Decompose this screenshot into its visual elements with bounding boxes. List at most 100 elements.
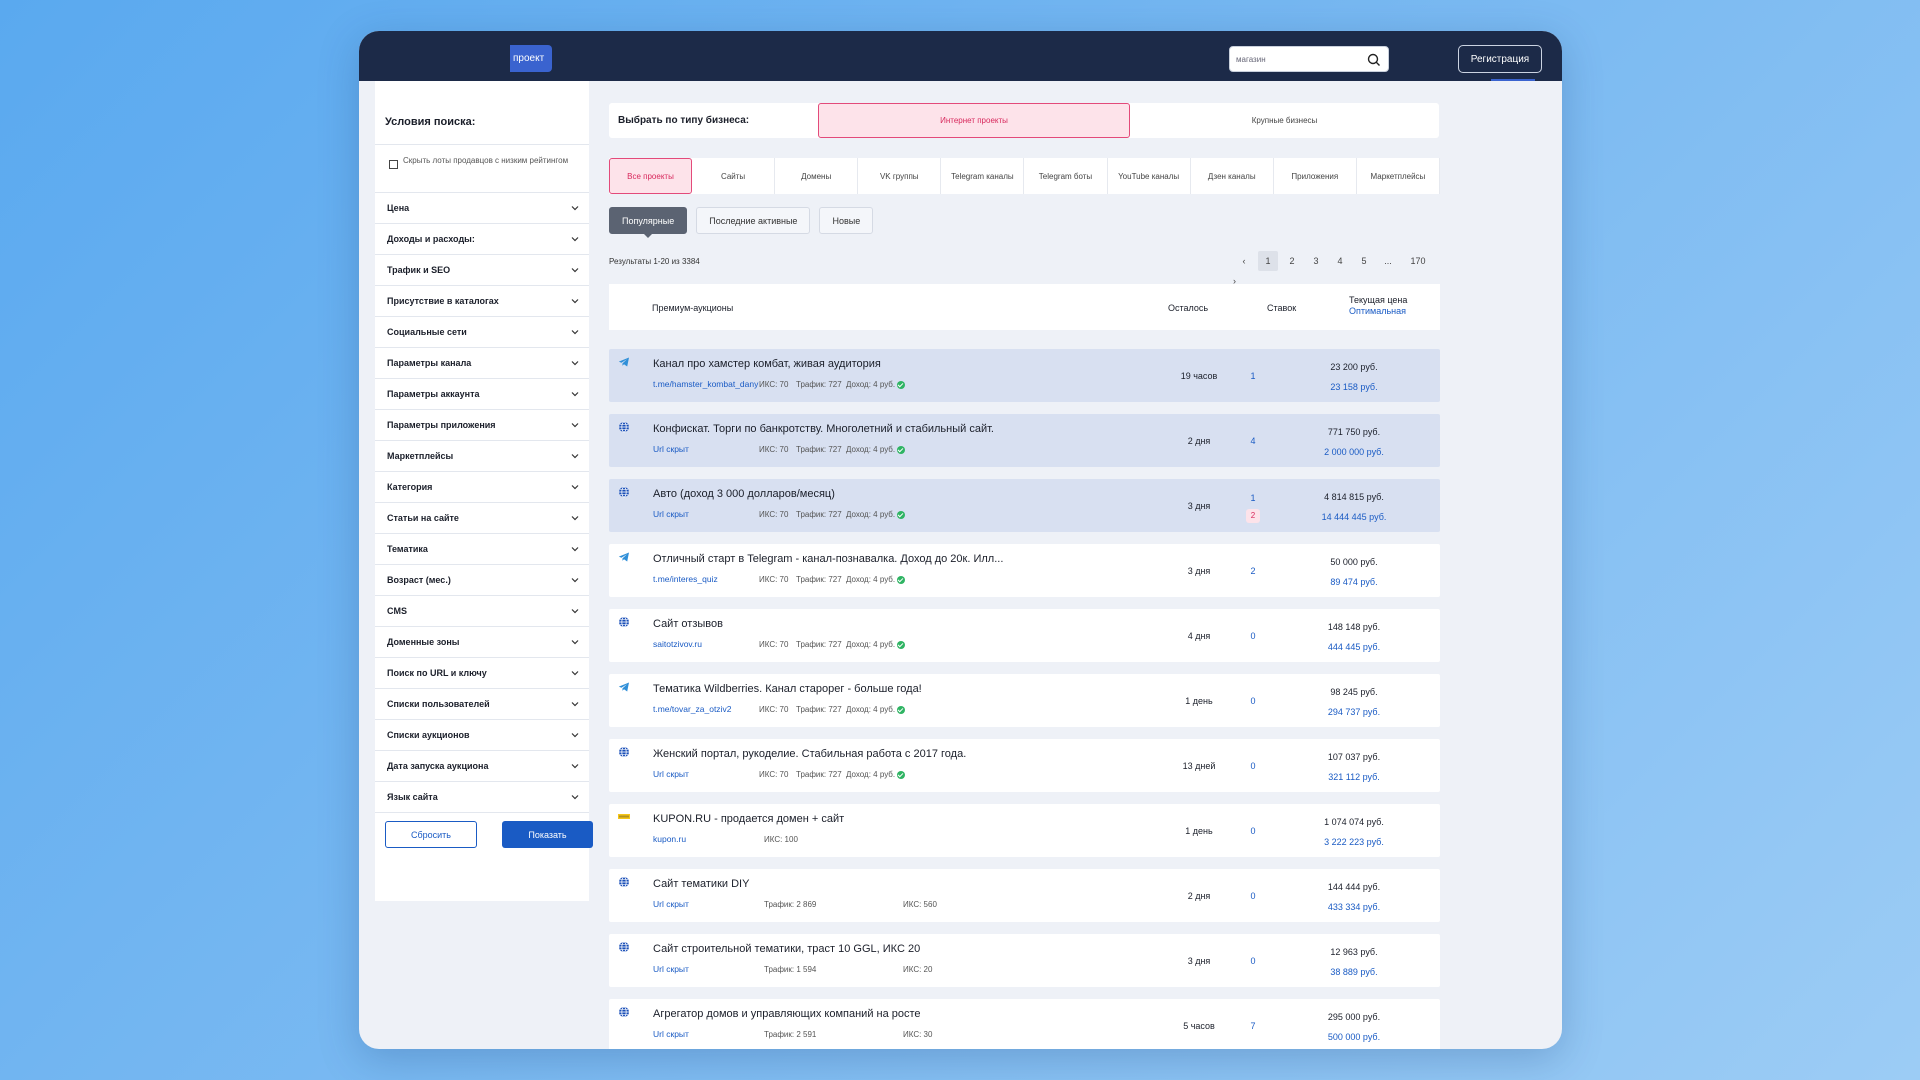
lot-link[interactable]: Url скрыт (653, 899, 689, 909)
lot-bids[interactable]: 0 (1247, 761, 1259, 771)
col-price-header[interactable]: Текущая цена (1349, 295, 1407, 305)
filter-item[interactable]: Дата запуска аукциона (375, 751, 589, 782)
col-bids-header[interactable]: Ставок (1267, 303, 1296, 313)
reset-button[interactable]: Сбросить (385, 821, 477, 848)
page-link[interactable]: 3 (1304, 251, 1328, 271)
chevron-down-icon[interactable] (571, 235, 579, 243)
lot-bids[interactable]: 0 (1247, 956, 1259, 966)
business-type-internet[interactable]: Интернет проекты (818, 103, 1130, 138)
chevron-down-icon[interactable] (571, 483, 579, 491)
lot-optimal-price[interactable]: 38 889 руб. (1309, 967, 1399, 977)
lot-optimal-price[interactable]: 14 444 445 руб. (1309, 512, 1399, 522)
page-link[interactable]: 5 (1352, 251, 1376, 271)
chevron-down-icon[interactable] (571, 452, 579, 460)
filter-item[interactable]: Трафик и SEO (375, 255, 589, 286)
hide-low-rating-option[interactable]: Скрыть лоты продавцов с низким рейтингом (389, 155, 579, 169)
lot-row[interactable]: Тематика Wildberries. Канал старорег - б… (609, 674, 1440, 727)
search-icon[interactable] (1367, 53, 1381, 67)
chevron-down-icon[interactable] (571, 266, 579, 274)
lot-title[interactable]: Сайт тематики DIY (653, 878, 749, 890)
lot-bids[interactable]: 7 (1247, 1021, 1259, 1031)
tab-category[interactable]: YouTube каналы (1108, 158, 1191, 194)
lot-optimal-price[interactable]: 433 334 руб. (1309, 902, 1399, 912)
tab-category[interactable]: Дзен каналы (1191, 158, 1274, 194)
lot-optimal-price[interactable]: 2 000 000 руб. (1309, 447, 1399, 457)
business-type-large[interactable]: Крупные бизнесы (1130, 103, 1439, 138)
lot-title[interactable]: Сайт строительной тематики, траст 10 GGL… (653, 943, 920, 955)
chevron-down-icon[interactable] (571, 297, 579, 305)
filter-item[interactable]: Возраст (мес.) (375, 565, 589, 596)
tab-category[interactable]: Все проекты (609, 158, 692, 194)
lot-link[interactable]: Url скрыт (653, 1029, 689, 1039)
page-link[interactable]: 4 (1328, 251, 1352, 271)
chevron-down-icon[interactable] (571, 669, 579, 677)
lot-optimal-price[interactable]: 444 445 руб. (1309, 642, 1399, 652)
lot-title[interactable]: KUPON.RU - продается домен + сайт (653, 813, 844, 825)
tab-category[interactable]: Telegram каналы (941, 158, 1025, 194)
tab-category[interactable]: Домены (775, 158, 859, 194)
lot-link[interactable]: t.me/tovar_za_otziv2 (653, 704, 731, 714)
filter-item[interactable]: Цена (375, 193, 589, 224)
lot-row[interactable]: KUPON.RU - продается домен + сайт kupon.r… (609, 804, 1440, 857)
lot-title[interactable]: Канал про хамстер комбат, живая аудитори… (653, 358, 881, 370)
lot-bids[interactable]: 0 (1247, 696, 1259, 706)
tab-category[interactable]: Маркетплейсы (1357, 158, 1440, 194)
chevron-down-icon[interactable] (571, 204, 579, 212)
filter-item[interactable]: CMS (375, 596, 589, 627)
register-button[interactable]: Регистрация (1458, 45, 1542, 73)
lot-optimal-price[interactable]: 321 112 руб. (1309, 772, 1399, 782)
hide-low-rating-checkbox[interactable] (389, 160, 398, 169)
lot-link[interactable]: t.me/interes_quiz (653, 574, 718, 584)
tab-category[interactable]: Приложения (1274, 158, 1357, 194)
filter-item[interactable]: Списки аукционов (375, 720, 589, 751)
lot-optimal-price[interactable]: 500 000 руб. (1309, 1032, 1399, 1042)
lot-title[interactable]: Отличный старт в Telegram - канал-познав… (653, 553, 1003, 565)
sort-tab[interactable]: Последние активные (696, 207, 811, 234)
lot-bids[interactable]: 0 (1247, 631, 1259, 641)
lot-link[interactable]: Url скрыт (653, 444, 689, 454)
lot-link[interactable]: saitotzivov.ru (653, 639, 702, 649)
filter-item[interactable]: Поиск по URL и ключу (375, 658, 589, 689)
chevron-down-icon[interactable] (571, 390, 579, 398)
chevron-down-icon[interactable] (571, 762, 579, 770)
filter-item[interactable]: Категория (375, 472, 589, 503)
page-link[interactable]: 170 (1406, 251, 1430, 271)
lot-link[interactable]: Url скрыт (653, 964, 689, 974)
page-link[interactable]: 2 (1280, 251, 1304, 271)
filter-item[interactable]: Доменные зоны (375, 627, 589, 658)
tab-category[interactable]: Telegram боты (1024, 158, 1108, 194)
chevron-down-icon[interactable] (571, 328, 579, 336)
lot-title[interactable]: Агрегатор домов и управляющих компаний н… (653, 1008, 921, 1020)
lot-row[interactable]: Женский портал, рукоделие. Стабильная ра… (609, 739, 1440, 792)
sort-tab[interactable]: Популярные (609, 207, 688, 238)
filter-item[interactable]: Тематика (375, 534, 589, 565)
chevron-down-icon[interactable] (571, 421, 579, 429)
lot-bids[interactable]: 0 (1247, 891, 1259, 901)
lot-title[interactable]: Авто (доход 3 000 долларов/месяц) (653, 488, 835, 500)
col-left-header[interactable]: Осталось (1168, 303, 1208, 313)
lot-link[interactable]: kupon.ru (653, 834, 686, 844)
tab-category[interactable]: Сайты (692, 158, 776, 194)
chevron-down-icon[interactable] (571, 638, 579, 646)
lot-row[interactable]: Агрегатор домов и управляющих компаний н… (609, 999, 1440, 1049)
filter-item[interactable]: Присутствие в каталогах (375, 286, 589, 317)
filter-item[interactable]: Параметры приложения (375, 410, 589, 441)
lot-bids[interactable]: 2 (1247, 566, 1259, 576)
lot-optimal-price[interactable]: 23 158 руб. (1309, 382, 1399, 392)
lot-bids[interactable]: 1 (1247, 371, 1259, 381)
chevron-down-icon[interactable] (571, 793, 579, 801)
filter-item[interactable]: Параметры канала (375, 348, 589, 379)
show-button[interactable]: Показать (502, 821, 593, 848)
lot-bids[interactable]: 1 (1247, 493, 1259, 503)
chevron-down-icon[interactable] (571, 607, 579, 615)
filter-item[interactable]: Доходы и расходы: (375, 224, 589, 255)
filter-item[interactable]: Социальные сети (375, 317, 589, 348)
lot-title[interactable]: Конфискат. Торги по банкротству. Многоле… (653, 423, 994, 435)
filter-item[interactable]: Маркетплейсы (375, 441, 589, 472)
lot-title[interactable]: Женский портал, рукоделие. Стабильная ра… (653, 748, 966, 760)
lot-optimal-price[interactable]: 294 737 руб. (1309, 707, 1399, 717)
chevron-down-icon[interactable] (571, 545, 579, 553)
lot-link[interactable]: t.me/hamster_kombat_dany (653, 379, 758, 389)
filter-item[interactable]: Списки пользователей (375, 689, 589, 720)
lot-row[interactable]: Сайт отзывов saitotzivov.ru ИКС: 70 Трафик:… (609, 609, 1440, 662)
